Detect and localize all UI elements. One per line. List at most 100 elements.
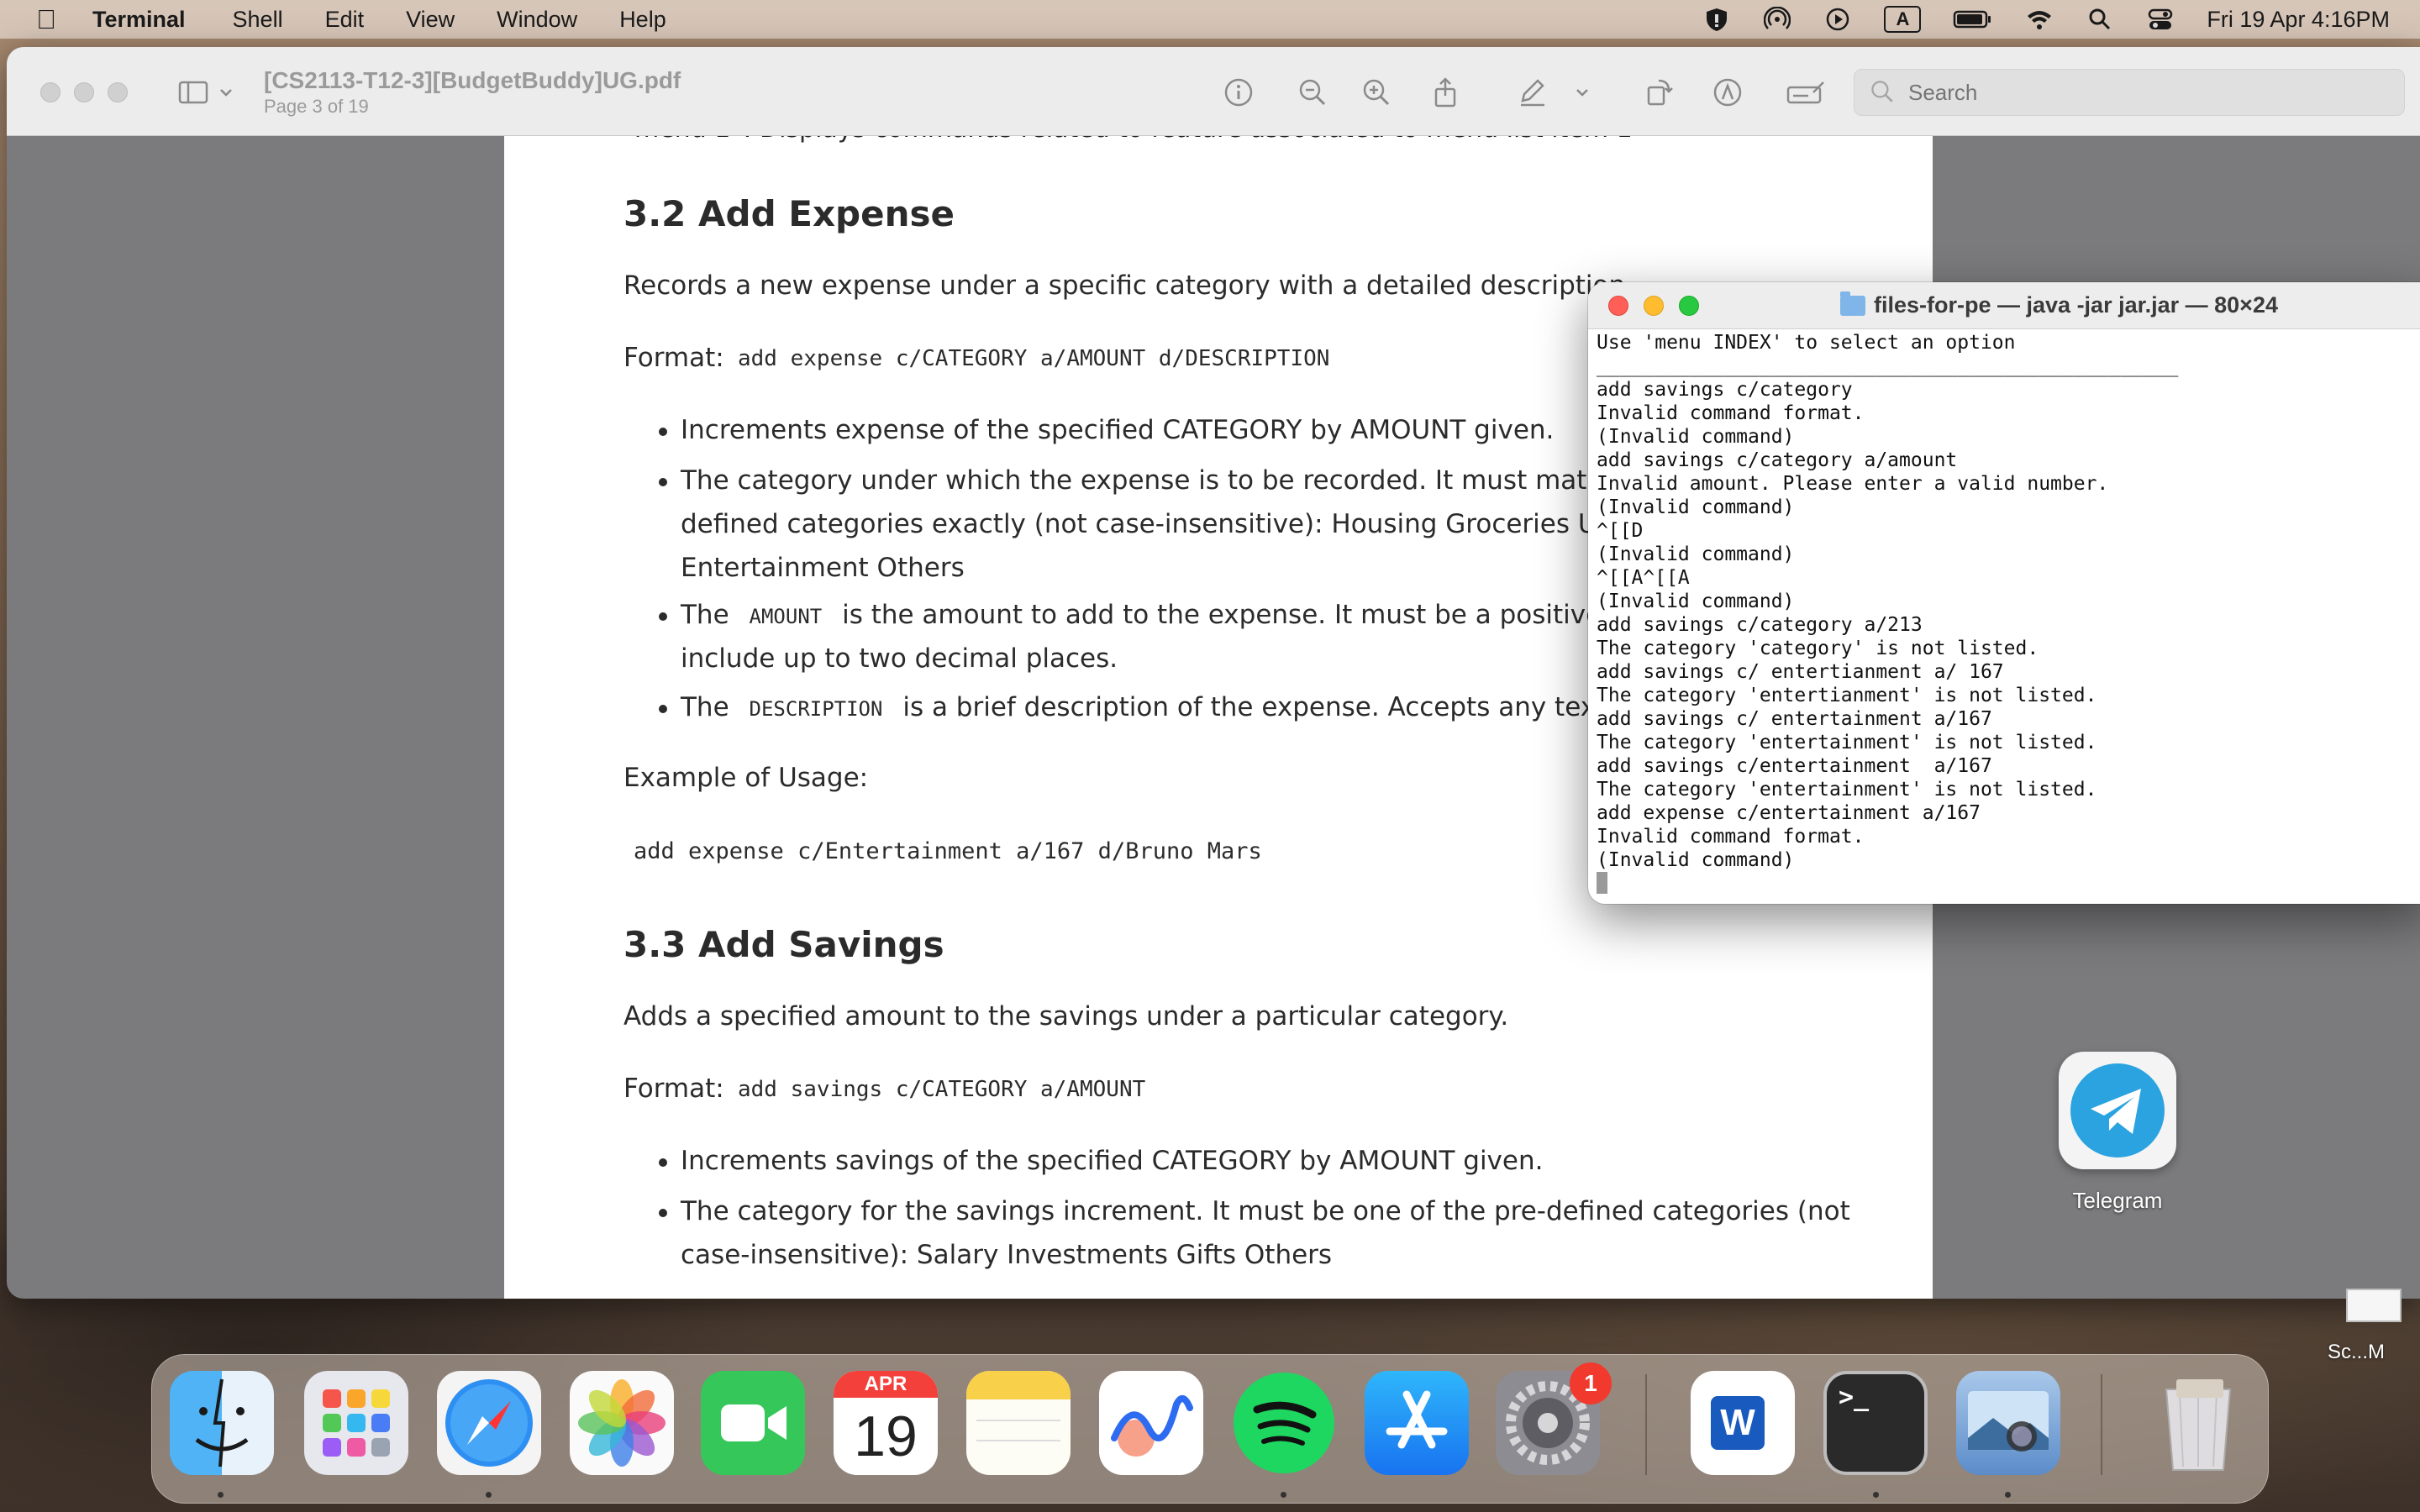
close-button[interactable] (40, 82, 60, 102)
spotlight-search-icon[interactable] (2086, 7, 2114, 32)
safari-icon[interactable] (437, 1371, 541, 1475)
control-center-icon[interactable] (2146, 7, 2175, 32)
zoom-button[interactable] (108, 82, 128, 102)
notes-header (966, 1371, 1071, 1399)
zoom-in-icon[interactable] (1358, 74, 1395, 111)
terminal-line: The category 'entertainment' is not list… (1597, 779, 2097, 801)
search-field[interactable] (1854, 69, 2405, 116)
expense-example-code: add expense c/Entertainment a/167 d/Brun… (634, 838, 1262, 864)
menu-edit[interactable]: Edit (325, 7, 365, 33)
telegram-desktop-icon[interactable] (2059, 1052, 2176, 1169)
menu-view[interactable]: View (406, 7, 455, 33)
terminal-line: The category 'category' is not listed. (1597, 638, 2039, 659)
trash-icon[interactable] (2146, 1371, 2250, 1475)
photos-icon[interactable] (570, 1371, 674, 1475)
terminal-prompt-line[interactable] (1597, 872, 2420, 895)
app-store-icon[interactable] (1365, 1371, 1469, 1475)
running-indicator (1873, 1492, 1879, 1498)
microsoft-word-icon[interactable]: W (1691, 1371, 1795, 1475)
terminal-title-text: files-for-pe — java -jar jar.jar — 80×24 (1874, 292, 2278, 318)
notes-line (976, 1440, 1060, 1441)
running-indicator (2005, 1492, 2011, 1498)
screenshot-file-icon[interactable] (2346, 1289, 2402, 1322)
preview-toolbar: [CS2113-T12-3][BudgetBuddy]UG.pdf Page 3… (7, 47, 2420, 136)
preview-app-icon[interactable] (1956, 1371, 2060, 1475)
chevron-down-icon[interactable] (215, 74, 237, 111)
amount-code: AMOUNT (749, 605, 823, 628)
expense-bullet-4: The DESCRIPTION is a brief description o… (659, 692, 1697, 722)
notes-icon[interactable] (966, 1371, 1071, 1475)
share-icon[interactable] (1427, 74, 1464, 111)
terminal-line: (Invalid command) (1597, 496, 1795, 518)
menu-window[interactable]: Window (497, 7, 577, 33)
zoom-out-icon[interactable] (1294, 74, 1331, 111)
terminal-line: add savings c/ entertainment a/167 (1597, 708, 1992, 730)
terminal-line: add savings c/category a/213 (1597, 614, 1923, 636)
sidebar-toggle-icon[interactable] (175, 74, 212, 111)
terminal-line: (Invalid command) (1597, 591, 1795, 612)
page-indicator: Page 3 of 19 (264, 96, 369, 117)
running-indicator (1281, 1492, 1286, 1498)
now-playing-icon[interactable] (1823, 7, 1852, 32)
launchpad-icon[interactable] (304, 1371, 408, 1475)
running-indicator (218, 1492, 224, 1498)
menubar-clock[interactable]: Fri 19 Apr 4:16PM (2207, 7, 2390, 33)
terminal-icon[interactable]: >_ (1823, 1371, 1928, 1475)
close-button[interactable] (1608, 296, 1628, 316)
terminal-line: add savings c/entertainment a/167 (1597, 755, 1992, 777)
zoom-button[interactable] (1679, 296, 1699, 316)
finder-icon[interactable] (170, 1371, 274, 1475)
terminal-line: (Invalid command) (1597, 426, 1795, 448)
terminal-line: ________________________________________… (1597, 355, 2179, 377)
minimize-button[interactable] (74, 82, 94, 102)
text-cursor (1597, 872, 1607, 894)
chevron-down-icon[interactable] (1571, 74, 1593, 111)
markup-pen-icon[interactable] (1514, 74, 1551, 111)
form-fill-icon[interactable] (1785, 74, 1827, 111)
terminal-output[interactable]: Use 'menu INDEX' to select an option ____… (1597, 331, 2420, 895)
format-label: Format: (623, 343, 724, 373)
terminal-line: Invalid command format. (1597, 402, 1865, 424)
terminal-window[interactable]: files-for-pe — java -jar jar.jar — 80×24… (1588, 282, 2420, 904)
menu-help[interactable]: Help (619, 7, 666, 33)
wifi-icon[interactable] (2025, 7, 2054, 32)
notification-badge: 1 (1570, 1362, 1612, 1404)
terminal-line: ^[[A^[[A (1597, 567, 1690, 589)
example-label: Example of Usage: (623, 763, 869, 793)
cut-off-line: `menu 1`: Displays commands related to f… (622, 136, 1633, 144)
highlight-icon[interactable] (1709, 74, 1746, 111)
word-letter: W (1711, 1396, 1765, 1450)
savings-format-code: add savings c/CATEGORY a/AMOUNT (738, 1077, 1146, 1102)
calendar-icon[interactable]: APR 19 (834, 1371, 938, 1475)
menu-app-terminal[interactable]: Terminal (92, 7, 186, 33)
running-indicator (486, 1492, 492, 1498)
notes-line (976, 1420, 1060, 1421)
search-input[interactable] (1908, 79, 2379, 106)
menu-shell[interactable]: Shell (233, 7, 283, 33)
airdrop-icon[interactable] (1763, 7, 1791, 32)
battery-icon[interactable] (1953, 7, 1993, 32)
facetime-icon[interactable] (701, 1371, 805, 1475)
spotify-icon[interactable] (1232, 1371, 1336, 1475)
expense-bullet-1: Increments expense of the specified CATE… (658, 415, 1555, 445)
vpn-shield-icon[interactable] (1702, 7, 1731, 32)
savings-format-label: Format: (623, 1074, 724, 1104)
expense-description: Records a new expense under a specific c… (623, 270, 1634, 301)
minimize-button[interactable] (1644, 296, 1664, 316)
terminal-line: Invalid command format. (1597, 826, 1865, 848)
freeform-icon[interactable] (1099, 1371, 1203, 1475)
input-source-icon[interactable]: A (1884, 6, 1922, 33)
terminal-titlebar[interactable]: files-for-pe — java -jar jar.jar — 80×24 (1588, 282, 2420, 329)
terminal-title: files-for-pe — java -jar jar.jar — 80×24 (1840, 291, 2278, 318)
terminal-line: Use 'menu INDEX' to select an option (1597, 332, 2016, 354)
calendar-month: APR (834, 1371, 938, 1398)
rotate-icon[interactable] (1640, 74, 1677, 111)
expense-bullet-3-line-2: include up to two decimal places. (681, 643, 1118, 674)
apple-menu-icon[interactable]:  (0, 4, 92, 35)
savings-bullet-2-line-2: case-insensitive): Salary Investments Gi… (681, 1240, 1333, 1270)
info-icon[interactable] (1220, 74, 1257, 111)
search-icon (1871, 81, 1893, 102)
terminal-line: The category 'entertianment' is not list… (1597, 685, 2097, 706)
expense-bullet-2-line-3: Entertainment Others (681, 553, 965, 583)
terminal-line: add savings c/category (1597, 379, 1853, 401)
